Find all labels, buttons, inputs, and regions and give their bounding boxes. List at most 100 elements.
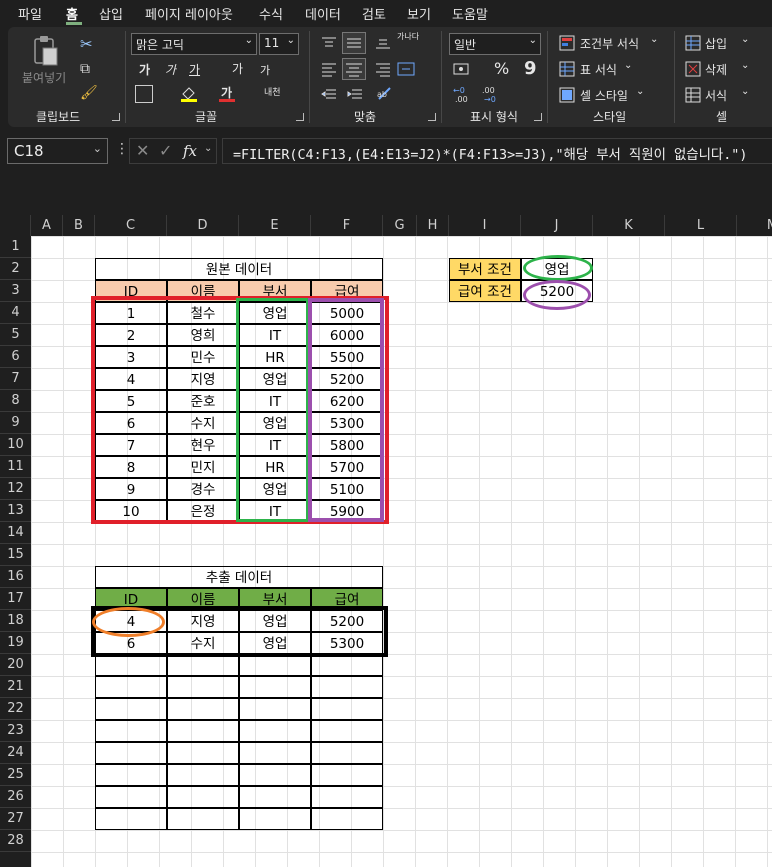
empty-result-cell[interactable] xyxy=(167,720,239,742)
fill-color-icon[interactable] xyxy=(180,85,197,102)
align-center-icon[interactable] xyxy=(342,58,366,80)
empty-result-cell[interactable] xyxy=(311,720,383,742)
salary-criteria-label[interactable]: 급여 조건 xyxy=(449,280,521,302)
empty-result-cell[interactable] xyxy=(95,764,167,786)
col-header-a[interactable]: A xyxy=(31,215,63,236)
source-data-cell[interactable]: IT xyxy=(239,434,311,456)
source-data-cell[interactable]: 수지 xyxy=(167,412,239,434)
empty-result-cell[interactable] xyxy=(311,698,383,720)
underline-button[interactable]: 가 xyxy=(189,61,200,78)
tab-home[interactable]: 홈 xyxy=(66,4,78,23)
source-header-cell[interactable]: ID xyxy=(95,280,167,302)
tab-review[interactable]: 검토 xyxy=(362,4,386,23)
col-header-d[interactable]: D xyxy=(167,215,239,236)
source-data-cell[interactable]: 은정 xyxy=(167,500,239,522)
source-data-cell[interactable]: 4 xyxy=(95,368,167,390)
source-data-cell[interactable]: 영업 xyxy=(239,412,311,434)
shrink-font-button[interactable]: 가 xyxy=(260,62,270,78)
formula-input[interactable]: =FILTER(C4:F13,(E4:E13=J2)*(F4:F13>=J3),… xyxy=(222,138,772,164)
source-data-cell[interactable]: 민수 xyxy=(167,346,239,368)
empty-result-cell[interactable] xyxy=(167,676,239,698)
row-header[interactable]: 28 xyxy=(0,830,31,852)
source-data-cell[interactable]: 6000 xyxy=(311,324,383,346)
row-header[interactable]: 4 xyxy=(0,302,31,324)
format-as-table-icon[interactable] xyxy=(559,61,575,81)
result-data-cell[interactable]: 4 xyxy=(95,610,167,632)
empty-result-cell[interactable] xyxy=(167,742,239,764)
result-header-cell[interactable]: 부서 xyxy=(239,588,311,610)
col-header-b[interactable]: B xyxy=(63,215,95,236)
tab-insert[interactable]: 삽입 xyxy=(99,4,123,23)
source-data-cell[interactable]: 5200 xyxy=(311,368,383,390)
source-data-cell[interactable]: 5500 xyxy=(311,346,383,368)
col-header-i[interactable]: I xyxy=(449,215,521,236)
row-header[interactable]: 26 xyxy=(0,786,31,808)
empty-result-cell[interactable] xyxy=(239,764,311,786)
row-header[interactable]: 18 xyxy=(0,610,31,632)
empty-result-cell[interactable] xyxy=(311,786,383,808)
source-data-cell[interactable]: 영업 xyxy=(239,302,311,324)
row-header[interactable]: 7 xyxy=(0,368,31,390)
row-header[interactable]: 23 xyxy=(0,720,31,742)
tab-data[interactable]: 데이터 xyxy=(305,4,341,23)
worksheet-grid[interactable]: 원본 데이터 ID 이름 부서 급여 1 철수 영업 5000 2 영희 IT 6000 3 민수 HR 550… xyxy=(31,236,772,867)
col-header-k[interactable]: K xyxy=(593,215,665,236)
empty-result-cell[interactable] xyxy=(95,808,167,830)
result-data-cell[interactable]: 수지 xyxy=(167,632,239,654)
enter-icon[interactable]: ✓ xyxy=(159,141,172,160)
number-launcher-icon[interactable] xyxy=(534,113,542,121)
result-table-title[interactable]: 추출 데이터 xyxy=(95,566,383,588)
row-header[interactable]: 14 xyxy=(0,522,31,544)
align-right-icon[interactable] xyxy=(374,61,392,81)
empty-result-cell[interactable] xyxy=(311,654,383,676)
source-data-cell[interactable]: 영업 xyxy=(239,368,311,390)
result-data-cell[interactable]: 지영 xyxy=(167,610,239,632)
number-format-dropdown[interactable]: 일반 ⌄ xyxy=(449,33,541,55)
col-header-e[interactable]: E xyxy=(239,215,311,236)
source-data-cell[interactable]: 5700 xyxy=(311,456,383,478)
empty-result-cell[interactable] xyxy=(95,742,167,764)
result-header-cell[interactable]: 급여 xyxy=(311,588,383,610)
result-data-cell[interactable]: 영업 xyxy=(239,632,311,654)
row-header[interactable]: 19 xyxy=(0,632,31,654)
source-data-cell[interactable]: 철수 xyxy=(167,302,239,324)
empty-result-cell[interactable] xyxy=(239,698,311,720)
empty-result-cell[interactable] xyxy=(311,764,383,786)
source-data-cell[interactable]: 8 xyxy=(95,456,167,478)
empty-result-cell[interactable] xyxy=(167,764,239,786)
copy-icon[interactable]: ⧉ xyxy=(80,61,90,77)
increase-decimal-icon[interactable]: ←0.00 xyxy=(453,85,475,107)
source-data-cell[interactable]: 5800 xyxy=(311,434,383,456)
row-header[interactable]: 6 xyxy=(0,346,31,368)
source-header-cell[interactable]: 이름 xyxy=(167,280,239,302)
source-data-cell[interactable]: 9 xyxy=(95,478,167,500)
source-data-cell[interactable]: 5 xyxy=(95,390,167,412)
phonetic-button[interactable]: 내천 xyxy=(264,85,281,98)
paste-button-label[interactable]: 붙여넣기 xyxy=(22,69,66,86)
col-header-l[interactable]: L xyxy=(665,215,737,236)
align-middle-icon[interactable] xyxy=(342,32,366,54)
format-cells-icon[interactable] xyxy=(685,87,701,107)
increase-indent-icon[interactable] xyxy=(346,87,364,107)
conditional-format-icon[interactable] xyxy=(559,35,575,55)
row-header[interactable]: 10 xyxy=(0,434,31,456)
row-header[interactable]: 16 xyxy=(0,566,31,588)
result-data-cell[interactable]: 5200 xyxy=(311,610,383,632)
row-header[interactable]: 20 xyxy=(0,654,31,676)
cut-icon[interactable]: ✂ xyxy=(80,35,93,53)
empty-result-cell[interactable] xyxy=(311,742,383,764)
italic-button[interactable]: 가 xyxy=(165,61,176,78)
source-data-cell[interactable]: 6 xyxy=(95,412,167,434)
source-data-cell[interactable]: IT xyxy=(239,390,311,412)
result-data-cell[interactable]: 5300 xyxy=(311,632,383,654)
col-header-j[interactable]: J xyxy=(521,215,593,236)
orientation-icon[interactable]: ab xyxy=(376,85,398,107)
source-data-cell[interactable]: 2 xyxy=(95,324,167,346)
source-data-cell[interactable]: 5300 xyxy=(311,412,383,434)
wrap-text-button[interactable]: 가나다 xyxy=(397,32,419,41)
empty-result-cell[interactable] xyxy=(239,654,311,676)
tab-help[interactable]: 도움말 xyxy=(452,4,488,23)
comma-icon[interactable]: 9 xyxy=(524,58,537,79)
row-header[interactable]: 25 xyxy=(0,764,31,786)
row-header[interactable]: 1 xyxy=(0,236,31,258)
